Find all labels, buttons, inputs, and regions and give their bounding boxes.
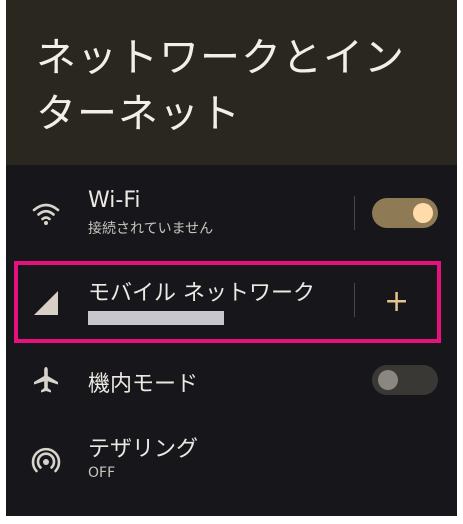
tethering-status: OFF (88, 465, 116, 481)
toggle-knob (413, 203, 433, 223)
setting-row-tethering[interactable]: テザリング OFF (6, 425, 457, 495)
divider (354, 196, 355, 230)
airplane-mode-title: 機内モード (88, 372, 199, 397)
hotspot-icon (31, 447, 61, 473)
wifi-icon (32, 203, 60, 225)
toggle-knob (378, 370, 398, 390)
setting-row-airplane-mode[interactable]: 機内モード (6, 350, 457, 410)
settings-screen: ネットワークとインターネット Wi-Fi 接続されていません モバイル ネットワ… (6, 0, 457, 516)
setting-row-wifi[interactable]: Wi-Fi 接続されていません (6, 180, 457, 250)
highlight-box (14, 261, 441, 343)
wifi-title: Wi-Fi (88, 188, 141, 213)
wifi-status: 接続されていません (88, 221, 214, 237)
page-title: ネットワークとインターネット (36, 35, 405, 137)
tethering-title: テザリング (88, 437, 199, 462)
wifi-toggle[interactable] (372, 198, 438, 228)
page-header: ネットワークとインターネット (6, 0, 457, 165)
airplane-icon (34, 367, 58, 393)
airplane-mode-toggle[interactable] (372, 365, 438, 395)
